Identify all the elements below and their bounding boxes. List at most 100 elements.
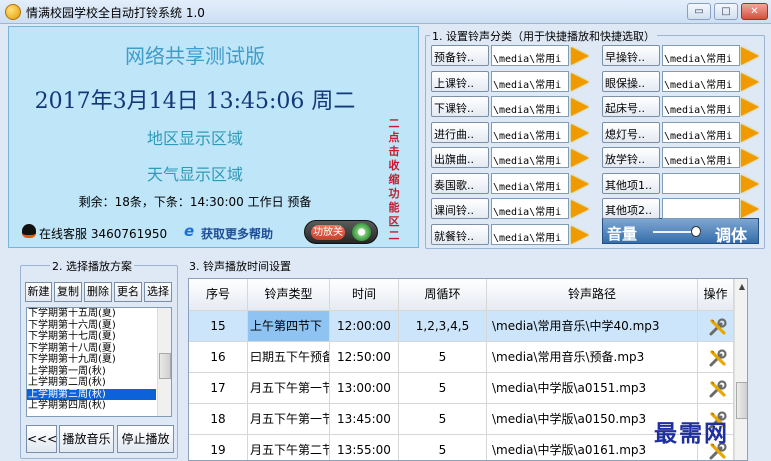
internet-explorer-icon: e [184, 222, 195, 240]
new-scheme-button[interactable]: 新建 [25, 282, 52, 302]
play-arrow-icon[interactable] [741, 72, 759, 91]
bell-category-button[interactable]: 眼保操.. [602, 70, 660, 92]
bell-path-field[interactable]: \media\常用i [662, 45, 740, 66]
play-arrow-icon[interactable] [741, 149, 759, 167]
amplifier-power-toggle[interactable]: 功放关 [304, 220, 378, 244]
table-row[interactable]: 18 月五下午第一节 13:45:00 5 \media\中学版\a0150.mp3 [189, 404, 734, 435]
select-scheme-button[interactable]: 选择 [144, 282, 172, 302]
play-music-button[interactable]: 播放音乐 [59, 425, 114, 453]
scheme-list-scroll-thumb[interactable] [159, 353, 171, 379]
scheme-list-item[interactable]: 上学期第四周(秋) [27, 400, 156, 412]
play-arrow-icon[interactable] [571, 174, 589, 193]
column-action-header[interactable]: 操作 [698, 279, 734, 310]
online-service-text[interactable]: 在线客服 3460761950 [39, 225, 167, 242]
bell-category-button[interactable]: 课间铃.. [431, 198, 489, 219]
rename-scheme-button[interactable]: 更名 [114, 282, 142, 302]
bell-path-field[interactable] [662, 172, 740, 194]
bell-path-field[interactable]: \media\常用i [491, 70, 569, 92]
bell-path-field[interactable] [662, 198, 740, 219]
bell-path-field[interactable]: \media\常用i [491, 223, 569, 245]
play-arrow-icon[interactable] [571, 225, 589, 244]
play-arrow-icon[interactable] [571, 98, 589, 116]
scheme-list-item[interactable]: 下学期第十七周(夏) [27, 331, 156, 343]
bell-category-button[interactable]: 放学铃.. [602, 147, 660, 168]
column-action-cell [698, 342, 734, 372]
bell-category-button[interactable]: 上课铃.. [431, 70, 489, 92]
bell-category-button[interactable]: 出旗曲.. [431, 147, 489, 168]
bell-path-field[interactable]: \media\常用i [491, 45, 569, 66]
delete-scheme-button[interactable]: 删除 [84, 282, 112, 302]
volume-slider-thumb[interactable] [691, 226, 702, 237]
table-row[interactable]: 15 上午第四节下 12:00:00 1,2,3,4,5 \media\常用音乐\中学4… [189, 311, 734, 342]
collapse-panel-toggle[interactable]: 二点击收缩功能区二 [387, 117, 401, 243]
edit-tools-icon[interactable] [708, 348, 728, 368]
bell-category-button[interactable]: 下课铃.. [431, 96, 489, 117]
close-button[interactable]: ✕ [741, 3, 768, 20]
network-edition-title: 网络共享测试版 [125, 44, 265, 68]
play-arrow-icon[interactable] [741, 47, 759, 65]
scheme-list-item[interactable]: 上学期第二周(秋) [27, 377, 156, 389]
scheme-list-item[interactable]: 下学期第十六周(夏) [27, 320, 156, 332]
play-arrow-icon[interactable] [571, 123, 589, 142]
bell-path-field[interactable]: \media\常用i [491, 147, 569, 168]
bell-path-field[interactable]: \media\常用i [662, 147, 740, 168]
scheme-list-item[interactable]: 下学期第十九周(夏) [27, 354, 156, 366]
bell-path-field[interactable]: \media\常用i [491, 172, 569, 194]
play-arrow-icon[interactable] [571, 149, 589, 167]
schedule-table-scrollbar[interactable]: ▲ [734, 279, 747, 460]
copy-scheme-button[interactable]: 复制 [54, 282, 82, 302]
bell-category-button[interactable]: 进行曲.. [431, 121, 489, 143]
bell-category-button[interactable]: 熄灯号.. [602, 121, 660, 143]
bell-category-button[interactable]: 预备铃.. [431, 45, 489, 66]
minimize-button[interactable]: ▭ [687, 3, 711, 20]
close-icon: ✕ [750, 6, 759, 17]
play-arrow-icon[interactable] [571, 200, 589, 218]
table-row[interactable]: 17 月五下午第一节 13:00:00 5 \media\中学版\a0151.mp3 [189, 373, 734, 404]
column-no-cell: 16 [189, 342, 248, 372]
more-help-link[interactable]: 获取更多帮助 [201, 225, 273, 242]
play-arrow-icon[interactable] [741, 200, 759, 218]
bell-category-button[interactable]: 其他项2.. [602, 198, 660, 219]
maximize-button[interactable]: □ [714, 3, 738, 20]
column-bell-type-header[interactable]: 铃声类型 [248, 279, 330, 310]
column-no-header[interactable]: 序号 [189, 279, 248, 310]
bell-category-button[interactable]: 就餐铃.. [431, 223, 489, 245]
play-arrow-icon[interactable] [571, 47, 589, 65]
column-time-cell: 13:55:00 [330, 435, 399, 460]
scheme-list-item[interactable]: 下学期第十八周(夏) [27, 343, 156, 355]
column-time-header[interactable]: 时间 [330, 279, 399, 310]
table-row[interactable]: 19 月五下午第二节 13:55:00 5 \media\中学版\a0161.mp3 [189, 435, 734, 460]
stop-playback-button[interactable]: 停止播放 [117, 425, 174, 453]
bell-category-button[interactable]: 早操铃.. [602, 45, 660, 66]
remaining-status: 剩余：18条，下条：14:30:00 工作日 预备 [78, 195, 312, 209]
bell-path-field[interactable]: \media\常用i [491, 198, 569, 219]
play-arrow-icon[interactable] [741, 174, 759, 193]
bell-category-button[interactable]: 起床号.. [602, 96, 660, 117]
bell-category-button[interactable]: 其他项1.. [602, 172, 660, 194]
scheme-list[interactable]: 下学期第十五周(夏) 下学期第十六周(夏) 下学期第十七周(夏) 下学期第十八周(夏)… [26, 307, 172, 417]
bell-path-field[interactable]: \media\常用i [491, 96, 569, 117]
table-row[interactable]: 16 曰期五下午预备 12:50:00 5 \media\常用音乐\预备.mp3 [189, 342, 734, 373]
schedule-scroll-thumb[interactable] [736, 382, 747, 419]
scheme-list-item[interactable]: 上学期第三周(秋) [27, 388, 156, 400]
schedule-group-title: 3. 铃声播放时间设置 [187, 258, 293, 274]
play-arrow-icon[interactable] [571, 72, 589, 91]
bell-path-field[interactable]: \media\常用i [662, 121, 740, 143]
scheme-list-item[interactable]: 下学期第十五周(夏) [27, 308, 156, 320]
column-path-header[interactable]: 铃声路径 [487, 279, 698, 310]
bell-path-field[interactable]: \media\常用i [662, 70, 740, 92]
adjust-volume-label[interactable]: 调体 [715, 222, 747, 246]
scheme-list-item[interactable]: 上学期第一周(秋) [27, 366, 156, 378]
edit-tools-icon[interactable] [708, 317, 728, 337]
scheme-list-scrollbar[interactable] [157, 308, 171, 416]
back-button[interactable]: <<< [26, 425, 57, 453]
bell-category-button[interactable]: 奏国歌.. [431, 172, 489, 194]
column-cycle-header[interactable]: 周循环 [399, 279, 487, 310]
play-arrow-icon[interactable] [741, 123, 759, 142]
bell-path-field[interactable]: \media\常用i [491, 121, 569, 143]
bell-path-field[interactable]: \media\常用i [662, 96, 740, 117]
play-arrow-icon[interactable] [741, 98, 759, 116]
edit-tools-icon[interactable] [708, 379, 728, 399]
scroll-up-icon[interactable]: ▲ [735, 279, 747, 294]
column-time-cell: 12:00:00 [330, 311, 399, 341]
